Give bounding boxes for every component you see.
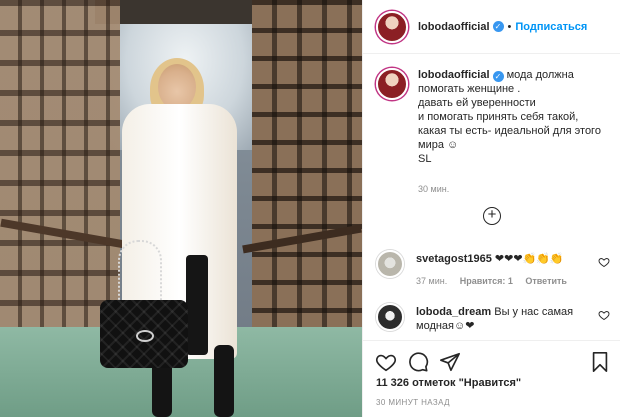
photo-roof <box>95 0 275 24</box>
caption-time[interactable]: 30 мин. <box>418 182 601 196</box>
comment-like-heart-icon[interactable] <box>598 256 610 268</box>
instagram-post: lobodaofficial ✓ • Подписаться lobodaoff… <box>0 0 620 417</box>
comment-body: loboda_dream Вы у нас самая модная☺❤ <box>416 305 610 333</box>
post-photo[interactable] <box>0 0 362 417</box>
likes-number: 11 326 <box>376 377 410 389</box>
comment-bubble-icon[interactable] <box>407 351 429 373</box>
comment-avatar[interactable] <box>376 250 404 278</box>
post-side-panel: lobodaofficial ✓ • Подписаться lobodaoff… <box>362 0 620 417</box>
verified-badge-icon: ✓ <box>492 71 504 82</box>
caption-body: lobodaofficial ✓ мода должна помогать жен… <box>418 68 601 196</box>
follow-button[interactable]: Подписаться <box>515 21 587 33</box>
comment-like-heart-icon[interactable] <box>598 309 610 321</box>
comment-meta: 37 мин. Нравится: 1 Ответить <box>416 274 610 288</box>
caption-username[interactable]: lobodaofficial <box>418 69 490 81</box>
comment-reply-button[interactable]: Ответить <box>525 276 567 286</box>
bookmark-icon[interactable] <box>589 351 611 373</box>
comment-username[interactable]: loboda_dream <box>416 306 491 318</box>
caption-text: мода должна помогать женщине . давать ей… <box>418 69 601 165</box>
share-paper-plane-icon[interactable] <box>439 351 461 373</box>
comment-username[interactable]: svetagost1965 <box>416 253 492 265</box>
comment-time[interactable]: 37 мин. <box>416 276 447 286</box>
comment-body: svetagost1965 ❤❤❤👏👏👏 37 мин. Нравится: 1… <box>416 252 610 288</box>
caption-avatar[interactable] <box>376 68 408 100</box>
photo-woman-leg <box>186 255 208 355</box>
comment-item: svetagost1965 ❤❤❤👏👏👏 37 мин. Нравится: 1… <box>376 250 610 288</box>
post-timestamp[interactable]: 30 МИНУТ НАЗАД <box>376 398 450 407</box>
post-header: lobodaofficial ✓ • Подписаться <box>363 0 620 54</box>
comment-likes-link[interactable]: Нравится: 1 <box>460 276 513 286</box>
header-username[interactable]: lobodaofficial <box>418 21 490 33</box>
verified-badge-icon: ✓ <box>492 21 504 32</box>
likes-count[interactable]: 11 326 отметок "Нравится" <box>376 377 521 389</box>
avatar[interactable] <box>376 10 408 43</box>
likes-label: отметок "Нравится" <box>412 377 522 389</box>
like-heart-icon[interactable] <box>375 351 397 373</box>
photo-bag-chain <box>118 240 162 306</box>
comment-avatar[interactable] <box>376 303 404 331</box>
post-caption: lobodaofficial ✓ мода должна помогать жен… <box>376 68 610 196</box>
photo-bag-logo <box>136 330 154 342</box>
comment-text: ❤❤❤👏👏👏 <box>494 253 564 265</box>
load-more-comments-button[interactable]: + <box>483 207 501 225</box>
comment-item: loboda_dream Вы у нас самая модная☺❤ <box>376 303 610 333</box>
photo-boot-right <box>214 345 234 417</box>
header-separator: • <box>507 20 512 33</box>
post-actions-bar: 11 326 отметок "Нравится" 30 МИНУТ НАЗАД <box>363 340 620 418</box>
